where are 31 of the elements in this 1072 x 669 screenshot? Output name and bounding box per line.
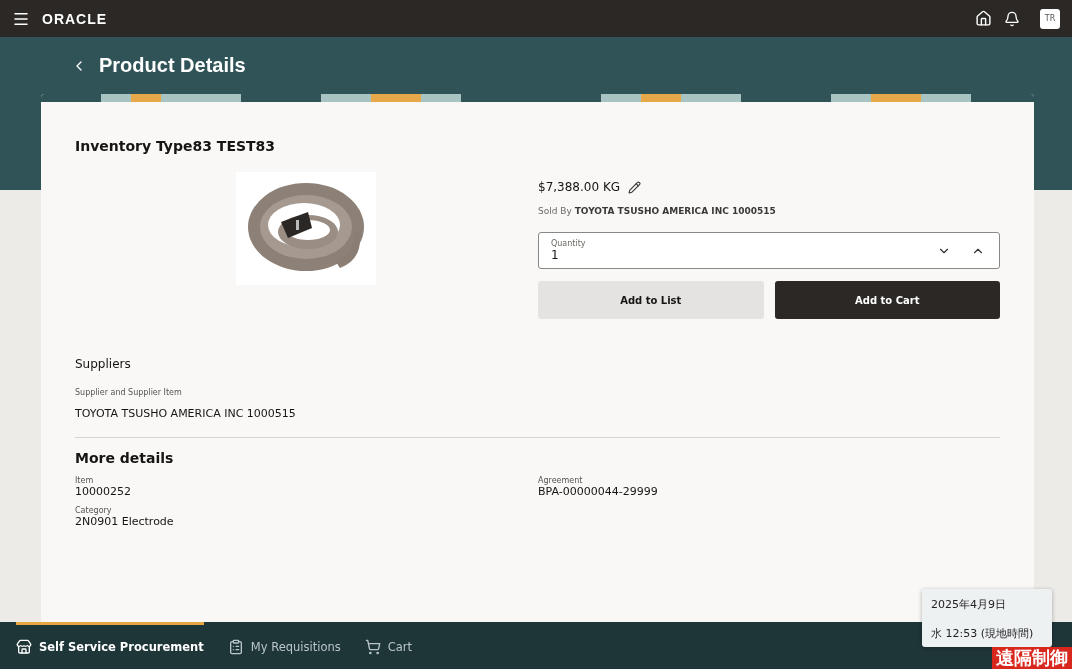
field-value: TOYOTA TSUSHO AMERICA INC 1000515 [75, 407, 297, 420]
field-label: Agreement [538, 476, 584, 485]
tooltip-date: 2025年4月9日 [931, 597, 1007, 612]
store-icon [16, 639, 32, 655]
section-title: Suppliers [75, 357, 132, 371]
sold-by: Sold By TOYOTA TSUSHO AMERICA INC 1000515 [538, 206, 777, 216]
add-to-list-button[interactable]: Add to List [538, 281, 764, 319]
field-label: Item [75, 476, 95, 485]
logo: ORACLE [42, 10, 108, 27]
remote-control-badge: 遠隔制御 [992, 647, 1072, 669]
cart-icon [364, 639, 381, 655]
edit-icon[interactable] [628, 180, 642, 194]
nav-tab[interactable]: Cart [364, 622, 413, 669]
field-value: 10000252 [75, 485, 132, 498]
home-icon[interactable] [975, 10, 992, 27]
quantity-field[interactable]: Quantity 1 [538, 232, 1000, 269]
page-title: Product Details [99, 54, 246, 77]
nav-tab[interactable]: My Requisitions [227, 622, 341, 669]
field-value: 2N0901 Electrode [75, 515, 175, 528]
product-name: Inventory Type83 TEST83 [75, 138, 277, 154]
user-avatar[interactable]: TR [1040, 8, 1060, 29]
field-value: BPA-00000044-29999 [538, 485, 659, 498]
price: $7,388.00 KG [538, 180, 621, 194]
tooltip-time: 水 12:53 (現地時間) [931, 626, 1035, 641]
field-label: Category [75, 506, 113, 515]
field-label: Supplier and Supplier Item [75, 388, 183, 397]
section-title: More details [75, 450, 175, 466]
add-to-cart-button[interactable]: Add to Cart [774, 281, 1000, 319]
clipboard-icon [227, 639, 244, 655]
bell-icon[interactable] [1004, 10, 1020, 27]
nav-tab[interactable]: Self Service Procurement [16, 622, 204, 669]
